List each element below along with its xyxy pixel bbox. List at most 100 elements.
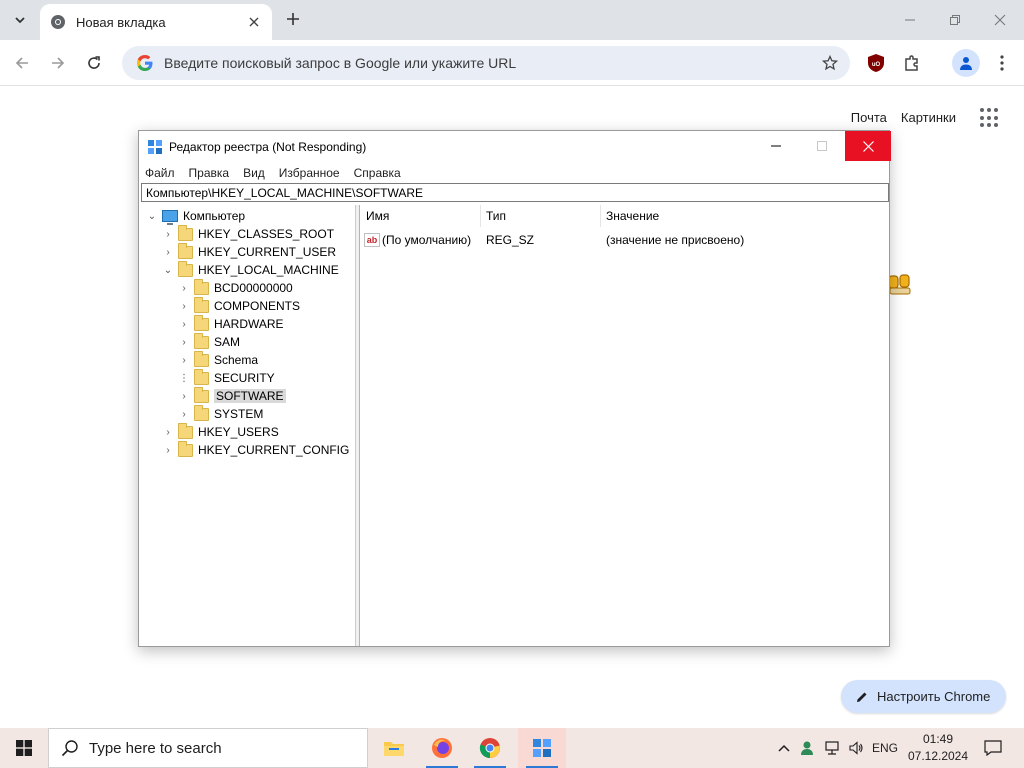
chevron-right-icon[interactable]: › xyxy=(178,300,190,312)
desktop-pet-icon[interactable] xyxy=(886,270,914,300)
restore-button[interactable] xyxy=(943,8,967,32)
tray-overflow-button[interactable] xyxy=(774,728,794,768)
folder-icon xyxy=(178,260,193,277)
bookmark-button[interactable] xyxy=(820,53,840,73)
column-header-value[interactable]: Значение xyxy=(606,205,659,227)
kebab-menu-icon xyxy=(1000,55,1004,71)
tree-item-hklm[interactable]: ⌄ HKEY_LOCAL_MACHINE xyxy=(162,260,339,279)
folder-icon xyxy=(194,296,209,313)
start-button[interactable] xyxy=(0,728,48,768)
tree-item-hku[interactable]: › HKEY_USERS xyxy=(162,422,279,441)
reload-button[interactable] xyxy=(82,51,106,75)
tab-close-button[interactable] xyxy=(246,14,262,30)
back-button[interactable] xyxy=(10,51,34,75)
column-header-name[interactable]: Имя xyxy=(366,205,389,227)
windows-taskbar: Type here to search ENG 01:49 07.12.2024 xyxy=(0,728,1024,768)
regedit-maximize-button[interactable] xyxy=(799,131,845,161)
tree-item-hkcr[interactable]: › HKEY_CLASSES_ROOT xyxy=(162,224,334,243)
profile-button[interactable] xyxy=(952,49,980,77)
chevron-right-icon[interactable]: › xyxy=(178,318,190,330)
tray-volume[interactable] xyxy=(845,728,867,768)
chevron-right-icon[interactable]: › xyxy=(162,228,174,240)
column-separator[interactable] xyxy=(480,205,481,227)
tab-search-button[interactable] xyxy=(8,8,32,32)
pencil-icon xyxy=(857,692,867,702)
tree-item-software[interactable]: › SOFTWARE xyxy=(178,386,286,405)
folder-icon xyxy=(178,440,193,457)
tree-label: Компьютер xyxy=(183,209,246,223)
value-type-cell: REG_SZ xyxy=(486,233,535,247)
chevron-right-icon[interactable]: › xyxy=(162,444,174,456)
chevron-down-icon[interactable]: ⌄ xyxy=(162,264,174,276)
chrome-menu-button[interactable] xyxy=(994,51,1010,75)
images-link[interactable]: Картинки xyxy=(901,110,956,125)
tree-item-sam[interactable]: › SAM xyxy=(178,332,240,351)
forward-button[interactable] xyxy=(46,51,70,75)
chevron-down-icon xyxy=(15,17,25,24)
chevron-right-icon[interactable]: › xyxy=(178,336,190,348)
regedit-address-bar[interactable]: Компьютер\HKEY_LOCAL_MACHINE\SOFTWARE xyxy=(141,183,889,202)
chevron-right-icon[interactable]: › xyxy=(178,408,190,420)
menu-help[interactable]: Справка xyxy=(354,166,401,180)
regedit-title: Редактор реестра (Not Responding) xyxy=(169,140,367,154)
tray-user-status[interactable] xyxy=(797,728,819,768)
menu-favorites[interactable]: Избранное xyxy=(279,166,340,180)
google-apps-button[interactable] xyxy=(980,108,1000,128)
tree-item-computer[interactable]: ⌄ Компьютер xyxy=(146,207,245,225)
tray-network[interactable] xyxy=(821,728,843,768)
regedit-tree-pane: ⌄ Компьютер › HKEY_CLASSES_ROOT › HKEY_C… xyxy=(140,205,356,646)
string-value-icon: ab xyxy=(364,233,380,247)
customize-chrome-button[interactable]: Настроить Chrome xyxy=(841,680,1007,713)
chevron-down-icon[interactable]: ⌄ xyxy=(146,210,158,222)
chevron-right-icon[interactable]: › xyxy=(178,354,190,366)
taskbar-clock[interactable]: 01:49 07.12.2024 xyxy=(900,730,976,766)
address-bar[interactable]: Введите поисковый запрос в Google или ук… xyxy=(122,46,850,80)
value-row[interactable]: ab (По умолчанию) xyxy=(364,231,471,249)
computer-icon xyxy=(162,210,178,225)
value-name: (По умолчанию) xyxy=(382,233,472,247)
svg-text:uO: uO xyxy=(872,62,881,68)
column-header-type[interactable]: Тип xyxy=(486,205,506,227)
extensions-button[interactable] xyxy=(900,51,924,75)
restore-icon xyxy=(950,15,960,25)
tree-item-components[interactable]: › COMPONENTS xyxy=(178,296,300,315)
tree-item-hardware[interactable]: › HARDWARE xyxy=(178,314,284,333)
close-window-button[interactable] xyxy=(988,8,1012,32)
chevron-right-icon[interactable]: › xyxy=(178,282,190,294)
regedit-close-button[interactable] xyxy=(845,131,891,161)
omnibox-placeholder[interactable]: Введите поисковый запрос в Google или ук… xyxy=(164,55,820,71)
folder-icon xyxy=(194,278,209,295)
chevron-right-icon[interactable]: › xyxy=(162,246,174,258)
taskbar-file-explorer[interactable] xyxy=(370,728,418,768)
tree-item-hkcu[interactable]: › HKEY_CURRENT_USER xyxy=(162,242,336,261)
action-center-button[interactable] xyxy=(978,728,1008,768)
column-separator[interactable] xyxy=(600,205,601,227)
tree-label: HKEY_CURRENT_CONFIG xyxy=(198,443,350,457)
new-tab-button[interactable] xyxy=(282,8,304,30)
taskbar-firefox[interactable] xyxy=(418,728,466,768)
tab-new-tab[interactable]: Новая вкладка xyxy=(40,4,272,40)
menu-edit[interactable]: Правка xyxy=(189,166,230,180)
gmail-link[interactable]: Почта xyxy=(851,110,887,125)
tree-item-schema[interactable]: › Schema xyxy=(178,350,258,369)
menu-file[interactable]: Файл xyxy=(145,166,175,180)
apps-dot xyxy=(980,123,984,128)
ublock-extension-button[interactable]: uO xyxy=(864,51,888,75)
tree-item-security[interactable]: ⋮ SECURITY xyxy=(178,368,275,387)
ntp-top-links: Почта Картинки xyxy=(851,110,956,125)
tab-title: Новая вкладка xyxy=(76,14,166,30)
tree-item-hkcc[interactable]: › HKEY_CURRENT_CONFIG xyxy=(162,440,350,459)
regedit-titlebar[interactable]: Редактор реестра (Not Responding) xyxy=(139,131,891,163)
tree-item-bcd[interactable]: › BCD00000000 xyxy=(178,278,293,297)
menu-view[interactable]: Вид xyxy=(243,166,265,180)
tray-language[interactable]: ENG xyxy=(870,728,900,768)
taskbar-search-box[interactable]: Type here to search xyxy=(48,728,368,768)
taskbar-chrome[interactable] xyxy=(466,728,514,768)
tree-item-system[interactable]: › SYSTEM xyxy=(178,404,263,423)
regedit-minimize-button[interactable] xyxy=(753,131,799,161)
minimize-button[interactable] xyxy=(898,8,922,32)
apps-dot xyxy=(980,115,984,120)
taskbar-regedit[interactable] xyxy=(518,728,566,768)
chevron-right-icon[interactable]: › xyxy=(162,426,174,438)
chevron-right-icon[interactable]: › xyxy=(178,390,190,402)
